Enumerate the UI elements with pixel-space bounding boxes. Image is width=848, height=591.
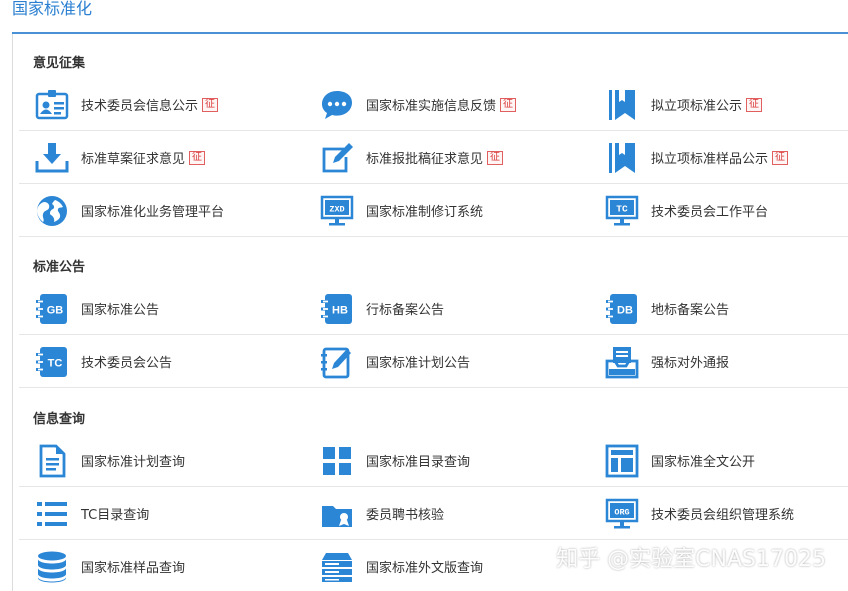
menu-link[interactable]: ZXD 国家标准制修订系统 [320,184,483,237]
layout-icon [605,444,639,478]
menu-link-label: 国家标准目录查询 [366,455,471,470]
menu-link-label: 标准报批稿征求意见 [366,152,484,167]
menu-link-label: 国家标准计划查询 [81,455,186,470]
svg-text:TC: TC [616,203,628,214]
menu-link[interactable]: 国家标准计划查询 [35,434,185,487]
bookmark-icon [605,88,639,122]
menu-link-label: 国家标准化业务管理平台 [81,205,225,220]
menu-link-label: 拟立项标准公示 [651,99,743,114]
id-card-icon [35,88,69,122]
solicit-badge: 征 [746,97,763,112]
svg-text:DB: DB [617,304,633,316]
monitor-tc-icon: TC [605,194,639,228]
solicit-badge: 征 [189,150,206,165]
menu-link-label: 国家标准计划公告 [366,356,471,371]
section-title: 意见征集 [33,56,86,71]
menu-link[interactable]: 国家标准化业务管理平台 [35,184,224,237]
content-panel: 意见征集 技术委员会信息公示征国家标准实施信息反馈征拟立项标准公示征标准草案征求意… [12,34,848,591]
menu-link[interactable]: 标准报批稿征求意见征 [320,131,504,184]
menu-link-label: 国家标准实施信息反馈 [366,99,497,114]
grid-icon [320,444,354,478]
list-icon [35,497,69,531]
document-icon [35,444,69,478]
menu-link-label: 标准草案征求意见 [81,152,186,167]
svg-text:ORG: ORG [614,507,629,517]
server-icon [320,550,354,584]
menu-link[interactable]: 标准草案征求意见征 [35,131,206,184]
hb-notebook-icon: HB [320,292,354,326]
menu-link-label: TC目录查询 [81,508,150,523]
menu-link-label: 技术委员会工作平台 [651,205,769,220]
menu-row: TC目录查询 委员聘书核验 ORG 技术委员会组织管理系统 [19,487,848,540]
watermark: 知乎 @实验室CNAS17025 [556,547,826,572]
edit-icon [320,141,354,175]
solicit-badge: 征 [772,150,789,165]
menu-link[interactable]: TC 技术委员会工作平台 [605,184,768,237]
menu-link-label: 国家标准公告 [81,303,160,318]
menu-row: 国家标准计划查询 国家标准目录查询 国家标准全文公开 [19,434,848,487]
menu-link[interactable]: 技术委员会信息公示征 [35,78,219,131]
monitor-zxd-icon: ZXD [320,194,354,228]
folder-icon [320,497,354,531]
menu-link[interactable]: 国家标准外文版查询 [320,540,483,591]
page-title: 国家标准化 [12,0,93,18]
menu-link[interactable]: TC目录查询 [35,487,149,540]
db-notebook-icon: DB [605,292,639,326]
svg-text:TC: TC [48,357,63,369]
menu-link[interactable]: 国家标准计划公告 [320,335,470,388]
chat-bubble-icon [320,88,354,122]
solicit-badge: 征 [500,97,517,112]
menu-link[interactable]: 拟立项标准样品公示征 [605,131,789,184]
notebook-pen-icon [320,345,354,379]
database-icon [35,550,69,584]
menu-link[interactable]: HB 行标备案公告 [320,282,444,335]
menu-link[interactable]: 国家标准全文公开 [605,434,755,487]
section-title: 标准公告 [33,260,86,275]
menu-link[interactable]: 强标对外通报 [605,335,729,388]
section-title: 信息查询 [33,412,86,427]
menu-link[interactable]: 国家标准实施信息反馈征 [320,78,517,131]
menu-link-label: 国家标准制修订系统 [366,205,484,220]
menu-link-label: 国家标准外文版查询 [366,561,484,576]
menu-link-label: 行标备案公告 [366,303,445,318]
svg-text:HB: HB [332,304,348,316]
tc-notebook-icon: TC [35,345,69,379]
menu-link[interactable]: TC 技术委员会公告 [35,335,172,388]
globe-icon [35,194,69,228]
menu-link[interactable]: 拟立项标准公示征 [605,78,763,131]
menu-link-label: 国家标准全文公开 [651,455,756,470]
menu-row: TC 技术委员会公告 国家标准计划公告 强标对外通报 [19,335,848,388]
bookmark-icon [605,141,639,175]
menu-link-label: 国家标准样品查询 [81,561,186,576]
solicit-badge: 征 [487,150,504,165]
menu-link-label: 委员聘书核验 [366,508,445,523]
menu-link-label: 强标对外通报 [651,356,730,371]
svg-text:ZXD: ZXD [329,204,344,214]
menu-link[interactable]: 委员聘书核验 [320,487,444,540]
gb-notebook-icon: GB [35,292,69,326]
menu-link[interactable]: 国家标准目录查询 [320,434,470,487]
menu-link-label: 技术委员会信息公示 [81,99,199,114]
inbox-icon [605,345,639,379]
menu-row: 技术委员会信息公示征国家标准实施信息反馈征拟立项标准公示征 [19,78,848,131]
menu-row: 标准草案征求意见征标准报批稿征求意见征拟立项标准样品公示征 [19,131,848,184]
menu-link[interactable]: GB 国家标准公告 [35,282,159,335]
menu-link[interactable]: ORG 技术委员会组织管理系统 [605,487,794,540]
svg-text:GB: GB [47,304,64,316]
menu-link[interactable]: 国家标准样品查询 [35,540,185,591]
menu-link-label: 地标备案公告 [651,303,730,318]
download-icon [35,141,69,175]
menu-link-label: 技术委员会公告 [81,356,173,371]
menu-row: 国家标准化业务管理平台 ZXD 国家标准制修订系统 TC 技术委员会工作平台 [19,184,848,237]
menu-link[interactable]: DB 地标备案公告 [605,282,729,335]
menu-link-label: 拟立项标准样品公示 [651,152,769,167]
menu-row: GB 国家标准公告 HB 行标备案公告 DB 地标备案公告 [19,282,848,335]
solicit-badge: 征 [202,97,219,112]
monitor-org-icon: ORG [605,497,639,531]
menu-link-label: 技术委员会组织管理系统 [651,508,795,523]
